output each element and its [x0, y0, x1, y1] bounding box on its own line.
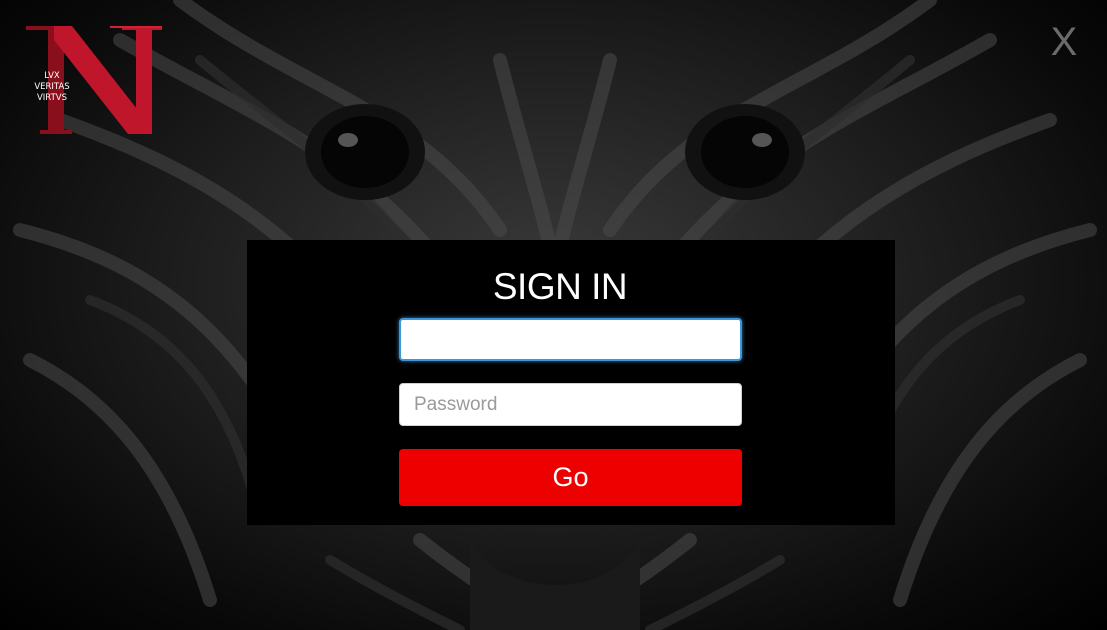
signin-title: SIGN IN — [492, 266, 628, 307]
logo-motto-line-3: VIRTVS — [37, 93, 67, 103]
logo-motto-line-2: VERITAS — [34, 82, 69, 92]
close-button[interactable]: X — [1044, 20, 1084, 64]
university-logo: LVX VERITAS VIRTVS — [26, 26, 162, 134]
logo-motto-line-1: LVX — [44, 71, 60, 81]
go-button[interactable]: Go — [399, 449, 742, 506]
signin-screen: LVX VERITAS VIRTVS X SIGN IN Go — [0, 0, 1107, 630]
username-field[interactable] — [399, 318, 742, 361]
password-field[interactable] — [399, 383, 742, 426]
